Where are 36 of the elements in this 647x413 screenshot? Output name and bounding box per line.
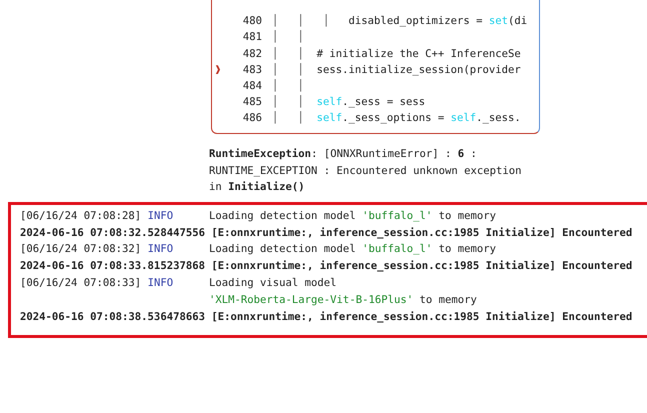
code-line: # initialize the C++ InferenceSe: [316, 46, 521, 62]
log-timestamp: [06/16/24 07:08:33]: [20, 277, 142, 289]
log-error-line: 2024-06-16 07:08:38.536478663 [E:onnxruntime:, inference_session.cc:1985 Initialize] Encountered: [20, 310, 632, 325]
log-message: 'XLM-Roberta-Large-Vit-B-16Plus' to memory: [209, 292, 477, 308]
exception-message: in Initialize(): [209, 180, 305, 196]
exception-message: RuntimeException: [ONNXRuntimeError] : 6 :: [209, 147, 477, 162]
exception-message: RUNTIME_EXCEPTION : Encountered unknown exception: [209, 164, 522, 179]
line-number: 484: [242, 78, 262, 94]
indent-guides: │ │ │: [272, 14, 330, 30]
current-line-marker: ❱: [214, 62, 222, 78]
line-number: 481: [242, 30, 262, 46]
line-number: 483: [242, 62, 262, 78]
log-message: Loading detection model 'buffalo_l' to memory: [209, 208, 496, 224]
log-level: INFO: [148, 210, 174, 222]
log-message: Loading visual model: [209, 276, 337, 291]
indent-guides: │ │: [272, 78, 304, 94]
code-line: disabled_optimizers = set(di: [348, 14, 528, 30]
indent-guides: │ │: [272, 30, 304, 46]
code-line: sess.initialize_session(provider: [316, 62, 521, 78]
indent-guides: │ │: [272, 62, 305, 78]
line-number: 485: [242, 95, 262, 110]
code-line: self._sess_options = self._sess.: [316, 111, 521, 126]
log-message: Loading detection model 'buffalo_l' to memory: [209, 242, 496, 258]
log-error-line: 2024-06-16 07:08:32.528447556 [E:onnxruntime:, inference_session.cc:1985 Initialize] Encountered: [20, 226, 632, 241]
line-number: 486: [242, 111, 262, 126]
line-number: 480: [242, 14, 262, 30]
log-timestamp: [06/16/24 07:08:32]: [20, 243, 142, 256]
log-level: INFO: [148, 277, 174, 289]
log-timestamp: [06/16/24 07:08:28]: [20, 210, 142, 222]
indent-guides: │ │: [272, 46, 305, 62]
log-error-line: 2024-06-16 07:08:33.815237868 [E:onnxruntime:, inference_session.cc:1985 Initialize] Encountered: [20, 259, 632, 274]
code-line: self._sess = sess: [316, 95, 426, 110]
line-number: 482: [242, 46, 262, 62]
indent-guides: │ │: [272, 111, 305, 126]
indent-guides: │ │: [272, 95, 305, 110]
log-level: INFO: [148, 243, 174, 256]
